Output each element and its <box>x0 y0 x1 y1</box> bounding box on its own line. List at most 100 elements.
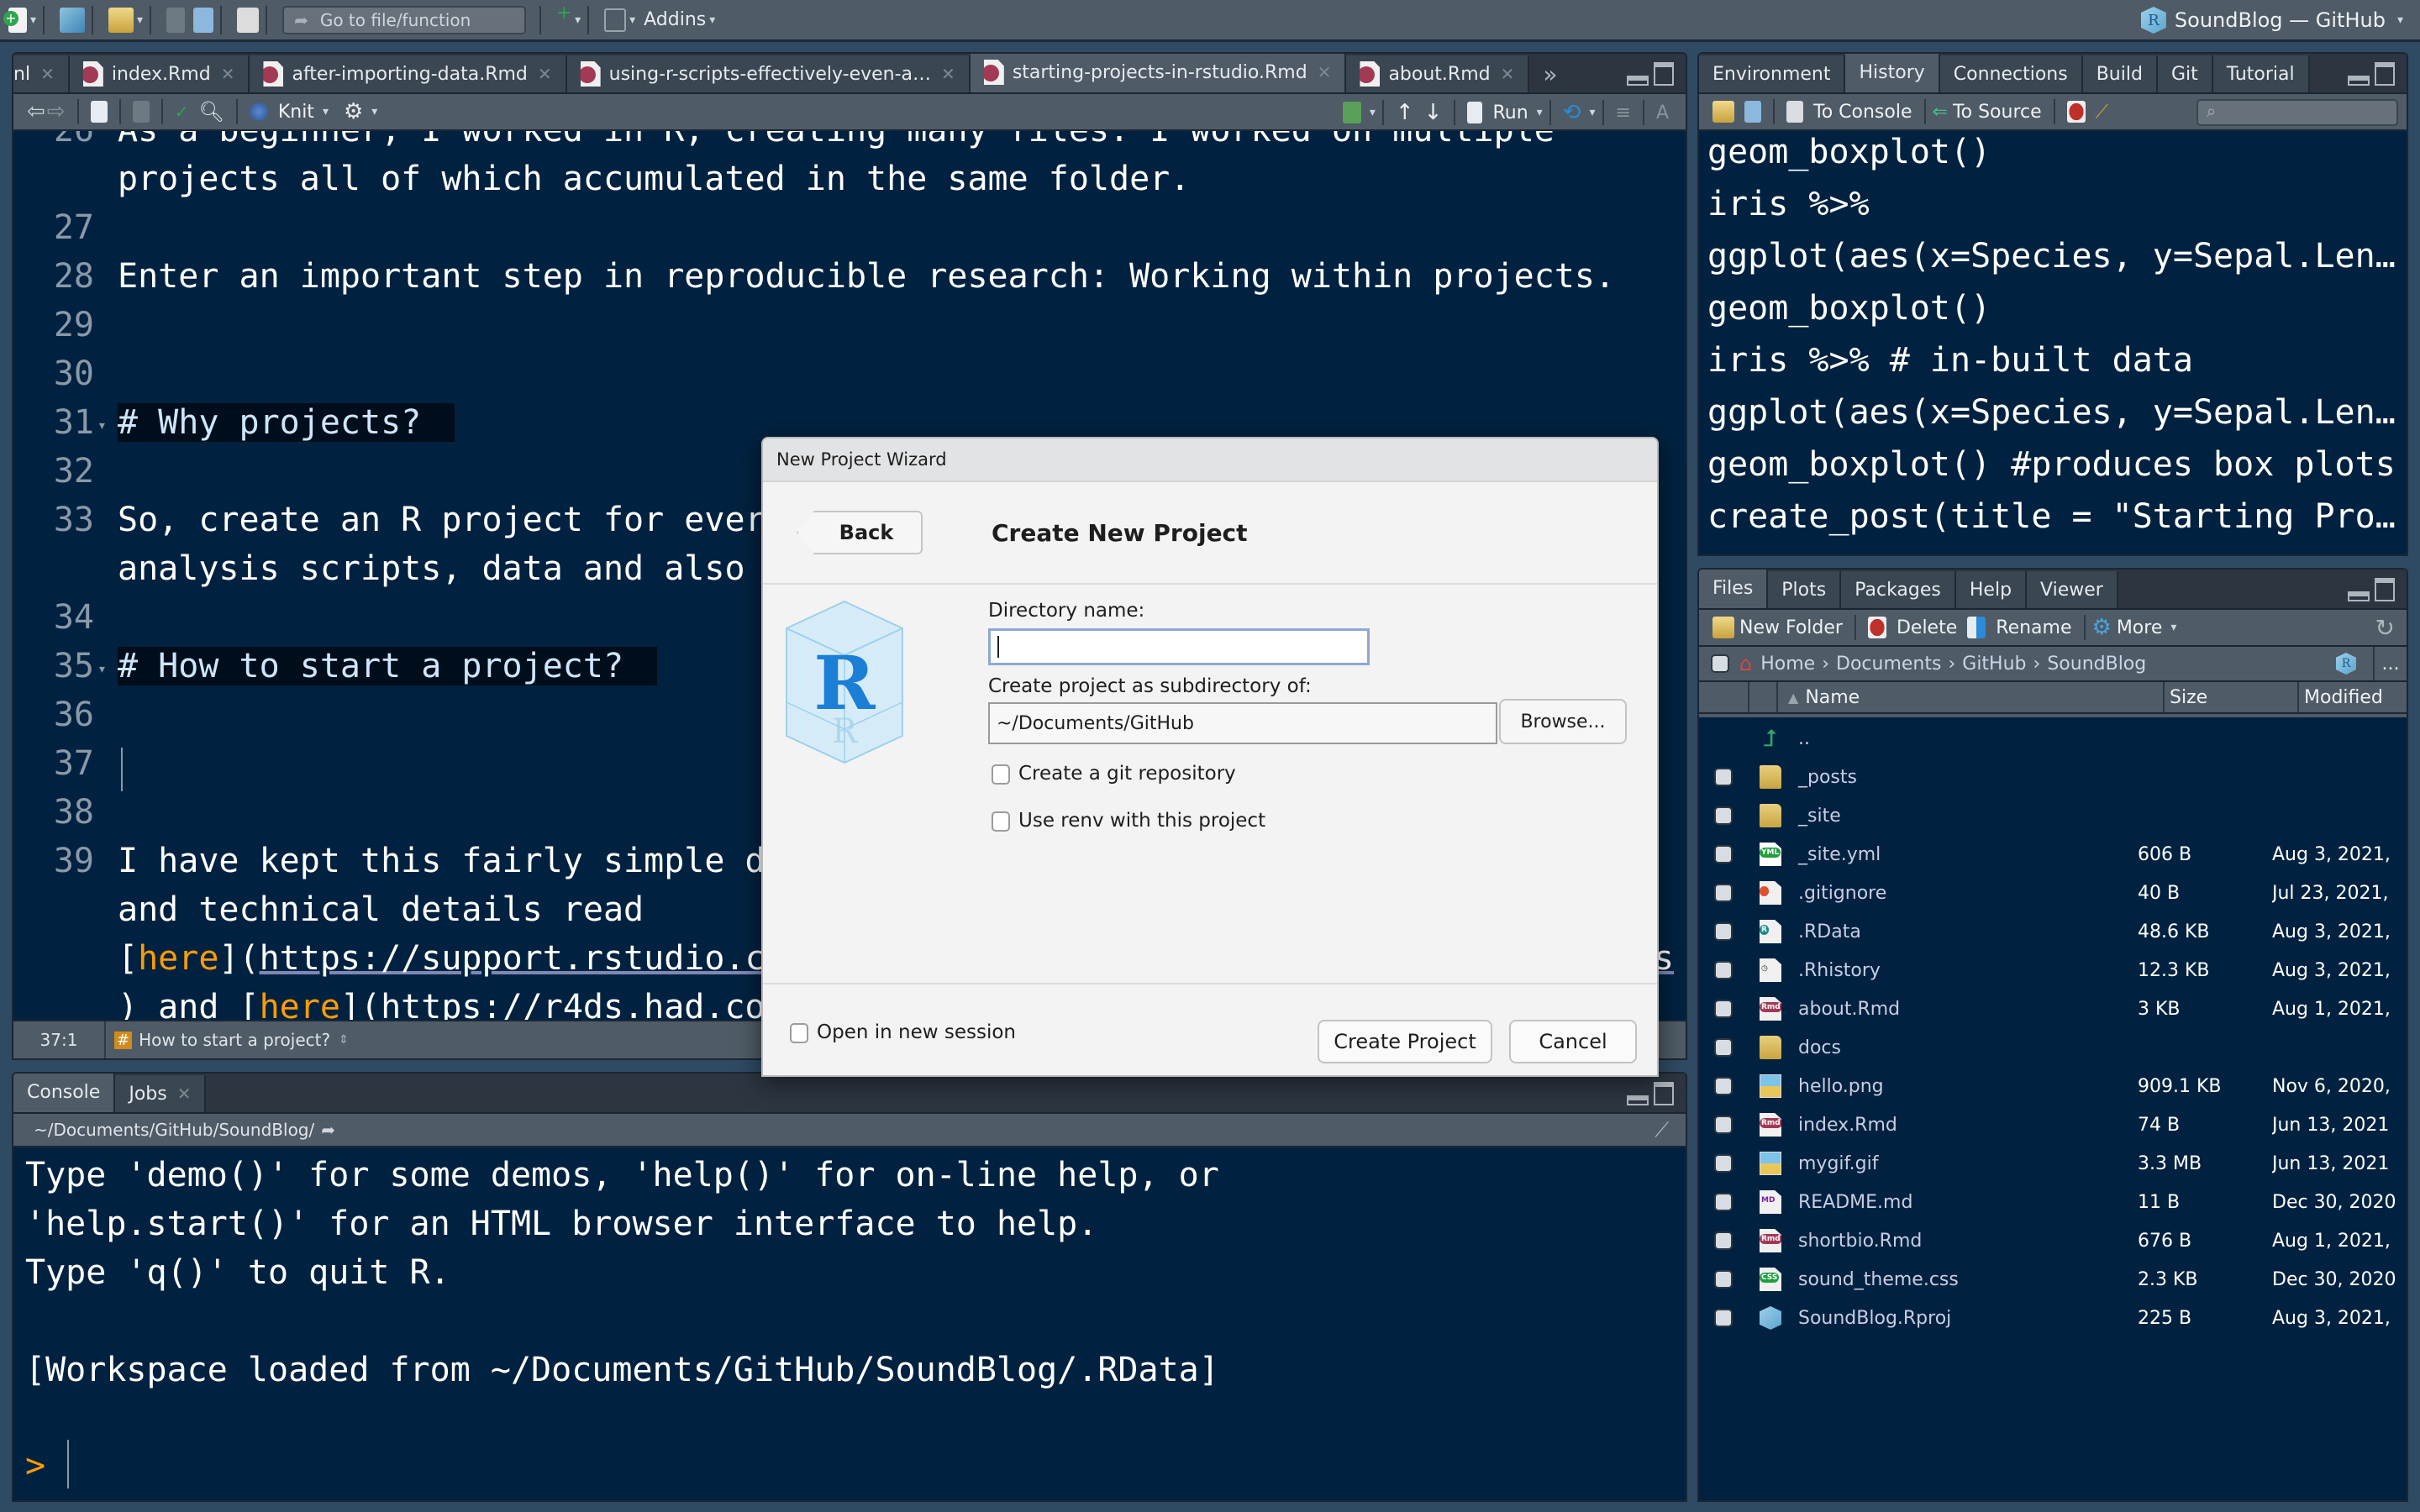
file-name[interactable]: _posts <box>1798 767 1857 788</box>
file-row[interactable]: SoundBlog.Rproj 225 B Aug 3, 2021, <box>1699 1299 2407 1337</box>
tab-environment[interactable]: Environment <box>1699 55 1846 92</box>
file-name[interactable]: about.Rmd <box>1798 999 1900 1020</box>
more-path-button[interactable]: ... <box>2373 647 2407 680</box>
tab-files[interactable]: Files <box>1699 570 1769 608</box>
tab-connections[interactable]: Connections <box>1939 55 2083 92</box>
maximize-icon[interactable] <box>1654 1082 1674 1105</box>
show-in-window-icon[interactable] <box>90 101 108 123</box>
section-navigator[interactable]: How to start a project? <box>139 1030 330 1050</box>
go-to-directory-icon[interactable]: ➦ <box>321 1120 335 1140</box>
file-name[interactable]: _site.yml <box>1798 844 1881 865</box>
file-row[interactable]: CSS sound_theme.css 2.3 KB Dec 30, 2020 <box>1699 1260 2407 1299</box>
back-button[interactable]: Back <box>797 511 923 554</box>
pane-min-max[interactable] <box>1627 1082 1674 1105</box>
link-url[interactable]: https://r4ds.had.co <box>381 988 765 1023</box>
maximize-icon[interactable] <box>1654 62 1674 86</box>
tab-git[interactable]: Git <box>2157 55 2213 92</box>
pane-min-max[interactable] <box>2348 62 2395 86</box>
link-text[interactable]: here <box>260 988 340 1023</box>
history-entry[interactable]: ggplot(aes(x=Species, y=Sepal.Len… <box>1707 393 2396 432</box>
pane-layout-icon[interactable] <box>604 8 627 32</box>
save-icon[interactable] <box>166 7 186 33</box>
select-all-checkbox[interactable] <box>1711 654 1729 673</box>
chevron-down-icon[interactable]: ▾ <box>1589 106 1595 119</box>
fold-icon[interactable]: ▾ <box>97 417 107 434</box>
maximize-icon[interactable] <box>2375 578 2395 601</box>
file-name[interactable]: SoundBlog.Rproj <box>1798 1308 1951 1329</box>
history-entry[interactable]: create_post(title = "Starting Pro… <box>1707 497 2396 536</box>
file-row[interactable]: YML _site.yml 606 B Aug 3, 2021, <box>1699 835 2407 874</box>
up-arrow-icon[interactable]: ↑ <box>1396 100 1414 125</box>
file-name[interactable]: .gitignore <box>1798 883 1886 904</box>
tab-history[interactable]: History <box>1845 54 1940 92</box>
file-checkbox[interactable] <box>1714 1038 1733 1057</box>
down-arrow-icon[interactable]: ↓ <box>1424 100 1443 125</box>
directory-name-input[interactable] <box>988 628 1370 665</box>
tab-console[interactable]: Console <box>13 1074 116 1112</box>
delete-button[interactable]: Delete <box>1897 617 1957 638</box>
new-folder-button[interactable]: New Folder <box>1739 617 1843 638</box>
addins-menu[interactable]: Addins <box>644 9 706 30</box>
file-checkbox[interactable] <box>1714 806 1733 825</box>
file-row[interactable]: mygif.gif 3.3 MB Jun 13, 2021 <box>1699 1144 2407 1183</box>
file-name[interactable]: index.Rmd <box>1798 1115 1897 1136</box>
new-file-icon[interactable]: + <box>3 7 27 33</box>
gear-icon[interactable]: ⚙ <box>344 99 363 124</box>
close-icon[interactable]: ✕ <box>221 64 235 84</box>
file-name[interactable]: mygif.gif <box>1798 1153 1879 1174</box>
renv-checkbox[interactable] <box>992 811 1010 832</box>
chevron-down-icon[interactable]: ▾ <box>1537 106 1543 119</box>
project-menu[interactable]: R SoundBlog — GitHub ▾ <box>2140 7 2403 34</box>
file-name[interactable]: .RData <box>1798 921 1861 942</box>
to-source-button[interactable]: To Source <box>1953 102 2042 123</box>
minimize-icon[interactable] <box>2348 591 2370 601</box>
file-row[interactable]: docs <box>1699 1028 2407 1067</box>
console-output[interactable]: Type 'demo()' for some demos, 'help()' f… <box>13 1147 1686 1500</box>
file-checkbox[interactable] <box>1714 845 1733 864</box>
maximize-icon[interactable] <box>2375 62 2395 86</box>
refresh-icon[interactable]: ↻ <box>2375 614 2395 642</box>
save-icon[interactable] <box>1744 101 1761 123</box>
git-repo-checkbox[interactable] <box>992 764 1010 785</box>
chevron-down-icon[interactable]: ▾ <box>575 13 581 27</box>
link-url[interactable]: https://support.rstudio.c <box>260 939 765 978</box>
save-icon[interactable] <box>132 101 150 123</box>
file-row[interactable]: ◆ .gitignore 40 B Jul 23, 2021, <box>1699 874 2407 912</box>
remove-entry-icon[interactable] <box>2066 101 2086 123</box>
file-checkbox[interactable] <box>1714 1193 1733 1211</box>
tab-viewer[interactable]: Viewer <box>2027 571 2118 608</box>
more-tabs-button[interactable]: » <box>1529 55 1570 92</box>
rerun-icon[interactable]: ⟲ <box>1563 100 1581 125</box>
r-project-icon[interactable]: R <box>2336 653 2356 675</box>
insert-chunk-icon[interactable] <box>1342 102 1361 123</box>
close-icon[interactable]: ✕ <box>40 64 55 84</box>
link-text[interactable]: here <box>138 939 218 978</box>
chevron-down-icon[interactable]: ▾ <box>1370 106 1376 119</box>
parent-directory-field[interactable]: ~/Documents/GitHub <box>988 702 1497 744</box>
search-icon[interactable]: 🔍︎ <box>198 100 224 123</box>
file-checkbox[interactable] <box>1714 1077 1733 1095</box>
file-row[interactable]: R .RData 48.6 KB Aug 3, 2021, <box>1699 912 2407 951</box>
history-entry[interactable]: iris %>% <box>1707 185 1870 223</box>
tab-packages[interactable]: Packages <box>1841 571 1956 608</box>
rename-button[interactable]: Rename <box>1996 617 2071 638</box>
tab-help[interactable]: Help <box>1955 571 2028 608</box>
file-checkbox[interactable] <box>1714 1309 1733 1327</box>
compass-icon[interactable]: A <box>1656 102 1669 123</box>
broom-icon[interactable]: ⟋ <box>2096 102 2108 123</box>
file-name[interactable]: docs <box>1798 1037 1841 1058</box>
history-list[interactable]: geom_boxplot() iris %>% ggplot(aes(x=Speci… <box>1699 131 2407 554</box>
minimize-icon[interactable] <box>1627 1095 1649 1105</box>
column-size[interactable]: Size <box>2165 682 2299 712</box>
file-checkbox[interactable] <box>1714 884 1733 902</box>
more-button[interactable]: More <box>2117 617 2163 638</box>
file-row[interactable]: Rmd about.Rmd 3 KB Aug 1, 2021, <box>1699 990 2407 1028</box>
editor-tab[interactable]: after-importing-data.Rmd ✕ <box>250 55 567 92</box>
file-checkbox[interactable] <box>1714 1000 1733 1018</box>
close-icon[interactable]: ✕ <box>538 64 552 84</box>
file-name[interactable]: .Rhistory <box>1798 960 1881 981</box>
file-checkbox[interactable] <box>1714 961 1733 979</box>
pane-min-max[interactable] <box>1627 62 1674 86</box>
spellcheck-icon[interactable]: ✓ <box>175 102 189 122</box>
file-checkbox[interactable] <box>1714 1270 1733 1289</box>
